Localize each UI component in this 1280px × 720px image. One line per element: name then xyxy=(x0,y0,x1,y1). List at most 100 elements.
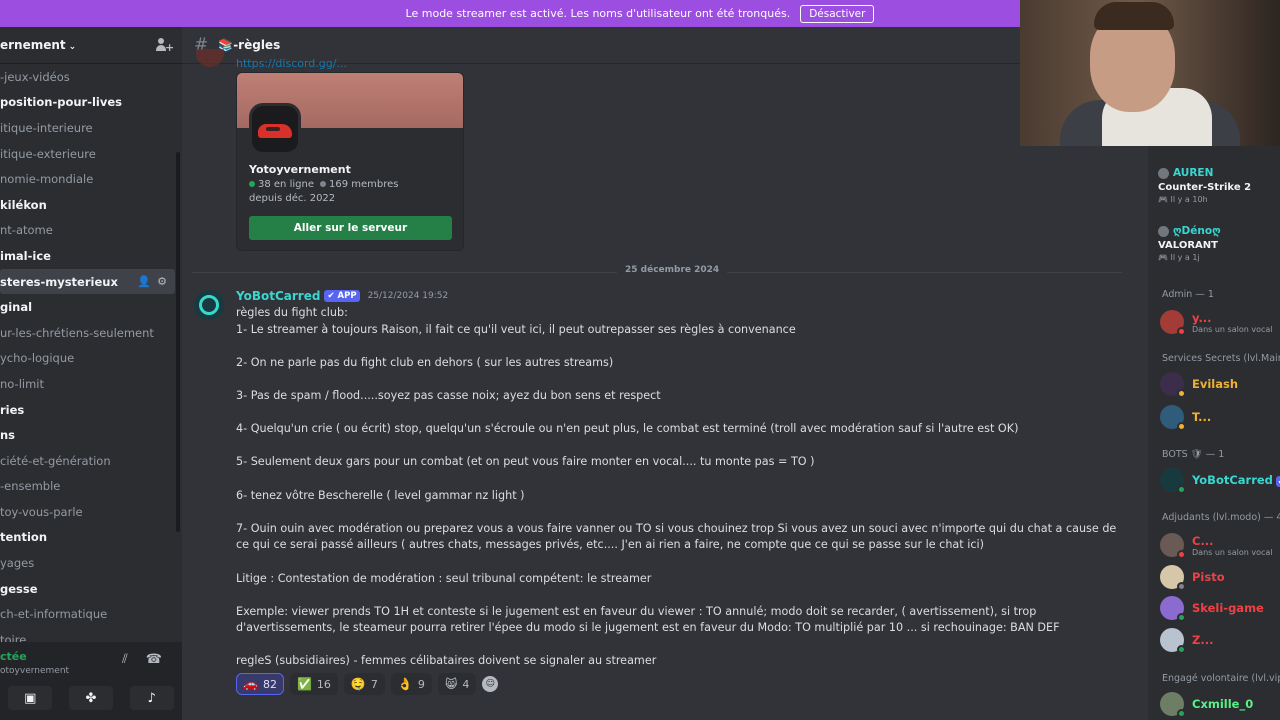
add-reaction-icon[interactable]: ☺ xyxy=(482,676,499,692)
chevron-down-icon: ⌄ xyxy=(68,42,77,52)
reaction-count: 7 xyxy=(370,677,378,691)
member-item[interactable]: Skeli-game xyxy=(1160,596,1280,622)
sidebar-channel[interactable]: ries xyxy=(0,397,182,423)
member-name: Cxmille_0 xyxy=(1192,697,1254,711)
member-item[interactable]: Evilash xyxy=(1160,372,1280,398)
member-item[interactable]: Z... xyxy=(1160,628,1280,654)
server-since: depuis déc. 2022 xyxy=(249,193,336,204)
server-name[interactable]: ernement ⌄ xyxy=(0,38,76,52)
channel-label: nomie-mondiale xyxy=(0,172,94,187)
sidebar-channel[interactable]: imal-ice xyxy=(0,243,182,269)
avatar xyxy=(1158,167,1169,179)
message-line: 4- Quelqu'un crie ( ou écrit) stop, quel… xyxy=(236,422,1019,436)
avatar xyxy=(1160,405,1186,431)
sidebar-scrollbar[interactable] xyxy=(176,152,180,532)
sidebar-channel[interactable]: kilékon xyxy=(0,192,182,218)
server-icon xyxy=(249,103,301,155)
member-activity: Dans un salon vocal xyxy=(1192,324,1273,334)
reaction-count: 4 xyxy=(462,677,470,691)
webcam-overlay xyxy=(1020,0,1280,146)
invite-link[interactable]: https://discord.gg/... xyxy=(236,57,347,70)
reaction-count: 82 xyxy=(262,677,277,691)
member-item[interactable]: C... Dans un salon vocal xyxy=(1160,533,1280,559)
member-item[interactable]: y... Dans un salon vocal xyxy=(1160,310,1280,336)
server-header[interactable]: ernement ⌄ + xyxy=(0,27,182,64)
member-item[interactable]: YoBotCarred✔ xyxy=(1160,468,1280,494)
member-group-header: Admin — 1 xyxy=(1162,289,1214,300)
sidebar-channel[interactable]: position-pour-lives xyxy=(0,90,182,116)
create-invite-icon[interactable]: 👤 xyxy=(137,275,151,288)
sidebar-channel[interactable]: nt-atome xyxy=(0,218,182,244)
sidebar-channel[interactable]: ur-les-chrétiens-seulement xyxy=(0,320,182,346)
activity-card[interactable]: AUREN Counter-Strike 2 🎮 Il y a 10h xyxy=(1158,167,1280,204)
sidebar-channel[interactable]: toy-vous-parle xyxy=(0,499,182,525)
sidebar-channel[interactable]: tention xyxy=(0,525,182,551)
channel-label: itique-exterieure xyxy=(0,146,96,161)
message-author[interactable]: YoBotCarred xyxy=(236,289,320,303)
message-line: regleS (subsidiaires) - femmes célibatai… xyxy=(236,654,657,668)
message-line xyxy=(236,471,1126,488)
sidebar-channel[interactable]: itique-exterieure xyxy=(0,141,182,167)
reaction[interactable]: ✅ 16 xyxy=(289,673,338,695)
reaction[interactable]: 👌 9 xyxy=(390,673,432,695)
avatar[interactable] xyxy=(196,49,224,67)
reaction[interactable]: 😸 4 xyxy=(437,673,477,695)
member-item[interactable]: Cxmille_0 xyxy=(1160,692,1280,718)
gear-icon[interactable]: ⚙ xyxy=(157,275,167,288)
reaction-emoji: 🚗 xyxy=(243,677,258,691)
activities-button[interactable]: ✤ xyxy=(68,686,113,710)
member-item[interactable]: Pisto xyxy=(1160,565,1280,591)
disconnect-icon[interactable]: ☎ xyxy=(146,652,162,667)
activity-card[interactable]: ღDénoღ VALORANT 🎮 Il y a 1j xyxy=(1158,225,1280,262)
avatar xyxy=(1160,468,1186,494)
member-count: 169 membres xyxy=(328,179,399,190)
message-line: 1- Le streamer à toujours Raison, il fai… xyxy=(236,322,796,336)
sidebar-channel[interactable]: ginal xyxy=(0,294,182,320)
activity-time: 🎮 Il y a 10h xyxy=(1158,195,1208,204)
reaction-count: 16 xyxy=(316,677,331,691)
avatar xyxy=(1160,533,1186,559)
join-server-button[interactable]: Aller sur le serveur xyxy=(249,216,452,240)
reaction-bar: 🚗 82 ✅ 16 🤤 7 👌 9 😸 4 ☺ xyxy=(236,673,499,695)
channel-label: ciété-et-génération xyxy=(0,453,111,468)
avatar xyxy=(1160,310,1186,336)
sidebar-channel[interactable]: itique-interieure xyxy=(0,115,182,141)
invite-server-name: Yotoyvernement xyxy=(249,163,351,176)
invite-stats: 38 en ligne 169 membres xyxy=(249,179,398,190)
channel-label: ginal xyxy=(0,300,33,315)
camera-button[interactable]: ▣ xyxy=(8,686,53,710)
sidebar-channel[interactable]: ciété-et-génération xyxy=(0,448,182,474)
member-group-header: Engagé volontaire (lvl.vip) xyxy=(1162,673,1280,684)
sidebar-channel[interactable]: ch-et-informatique xyxy=(0,601,182,627)
sidebar-channel[interactable]: -ensemble xyxy=(0,474,182,500)
soundboard-button[interactable]: ♪ xyxy=(129,686,174,710)
avatar[interactable] xyxy=(194,290,224,320)
sidebar-channel[interactable]: -jeux-vidéos xyxy=(0,64,182,90)
channel-label: -jeux-vidéos xyxy=(0,69,70,84)
reaction[interactable]: 🚗 82 xyxy=(236,673,284,695)
sidebar-channel[interactable]: ns xyxy=(0,422,182,448)
reaction[interactable]: 🤤 7 xyxy=(343,673,385,695)
noise-suppression-icon[interactable]: ⫽ xyxy=(122,652,128,667)
sidebar-channel[interactable]: yages xyxy=(0,550,182,576)
member-name: T... xyxy=(1192,410,1212,424)
sidebar-channel[interactable]: no-limit xyxy=(0,371,182,397)
status-icon xyxy=(1177,613,1186,622)
sidebar-channel[interactable]: steres-mysterieux 👤 ⚙ xyxy=(0,268,175,295)
sidebar-channel[interactable]: nomie-mondiale xyxy=(0,166,182,192)
invite-people-icon[interactable]: + xyxy=(156,37,174,54)
sidebar-channel[interactable]: gesse xyxy=(0,576,182,602)
channel-label: gesse xyxy=(0,581,38,596)
member-item[interactable]: T... xyxy=(1160,405,1280,431)
member-name: Evilash xyxy=(1192,377,1239,391)
channel-label: no-limit xyxy=(0,376,44,391)
reaction-emoji: 👌 xyxy=(397,677,413,691)
reaction-emoji: ✅ xyxy=(296,677,312,691)
disable-streamer-mode-button[interactable]: Désactiver xyxy=(800,4,875,23)
member-name: C... xyxy=(1192,533,1214,548)
message-line xyxy=(236,554,1126,571)
status-icon xyxy=(1177,582,1186,591)
sidebar-channel[interactable]: ycho-logique xyxy=(0,346,182,372)
channel-label: tention xyxy=(0,530,48,545)
status-icon xyxy=(1177,709,1186,718)
